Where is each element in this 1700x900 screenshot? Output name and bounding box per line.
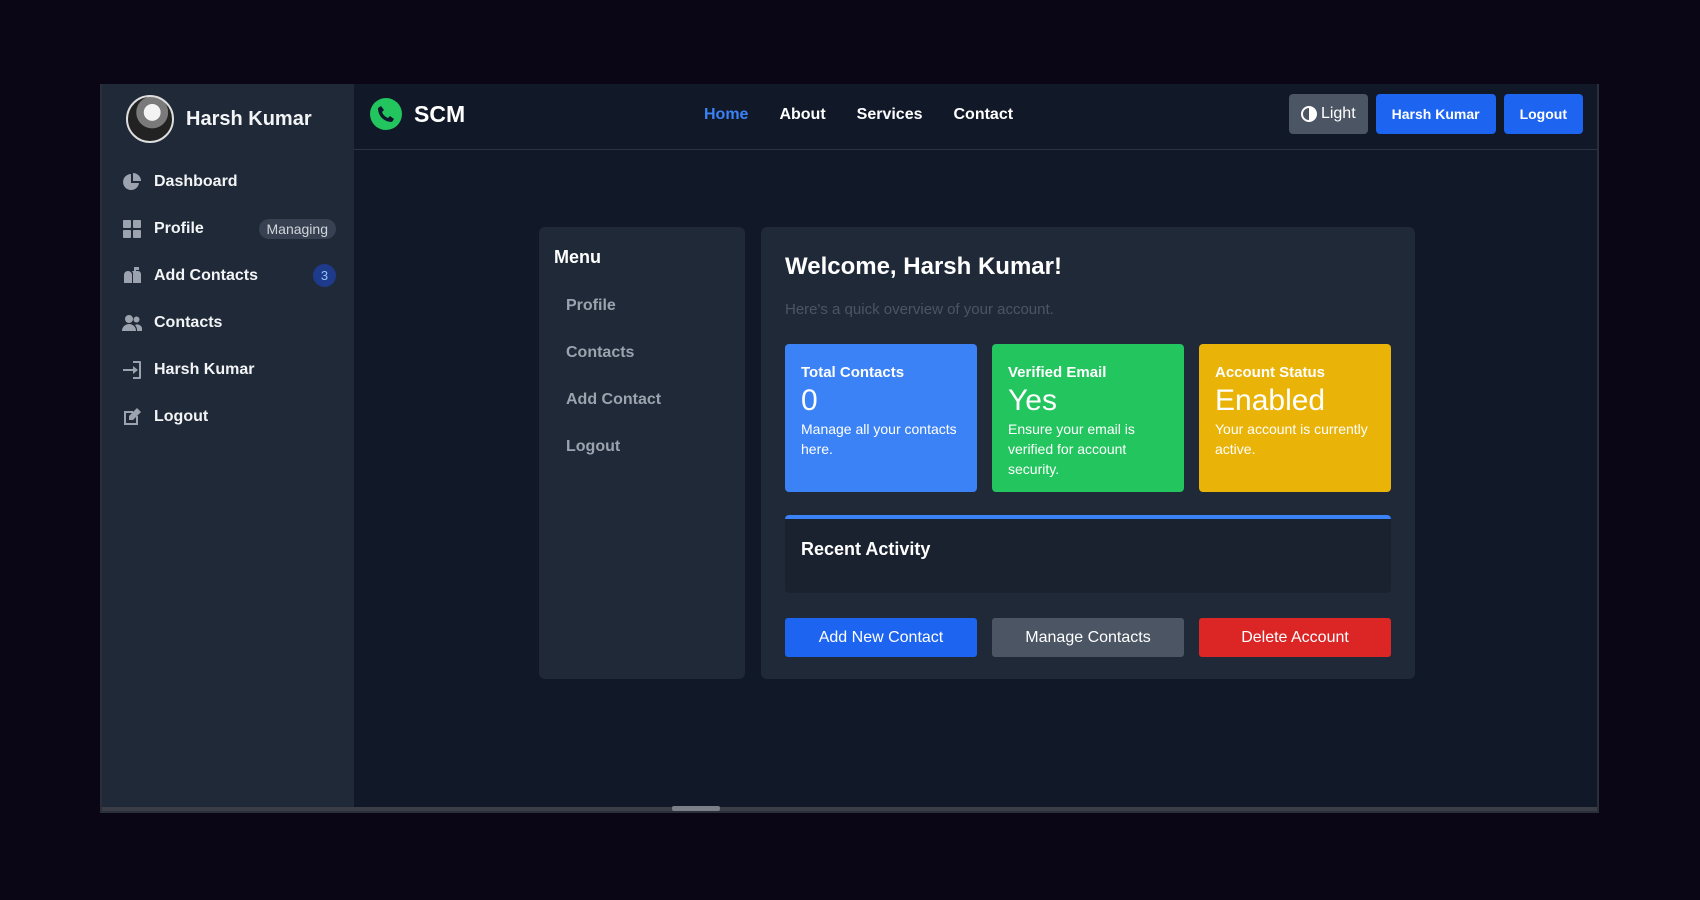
menu-item-add-contact[interactable]: Add Contact — [566, 391, 661, 438]
app-window: Harsh Kumar Dashboard Profile Managing A… — [100, 84, 1599, 813]
main-nav: Home About Services Contact — [704, 106, 1013, 124]
menu-item-profile[interactable]: Profile — [566, 297, 661, 344]
sidebar: Harsh Kumar Dashboard Profile Managing A… — [102, 84, 354, 811]
menu-title: Menu — [554, 247, 601, 267]
add-new-contact-button[interactable]: Add New Contact — [785, 618, 977, 657]
stat-title: Total Contacts — [801, 364, 905, 381]
menu-item-contacts[interactable]: Contacts — [566, 344, 661, 391]
stat-description: Manage all your contacts here. — [801, 421, 957, 457]
mailbox-icon — [122, 266, 142, 286]
brand-name: SCM — [414, 100, 466, 127]
grid-icon — [122, 219, 142, 239]
stat-card-verified-email: Verified Email Yes Ensure your email is … — [992, 344, 1184, 492]
sidebar-user[interactable]: Harsh Kumar — [102, 84, 354, 154]
page-title: Welcome, Harsh Kumar! — [785, 253, 1062, 280]
login-icon — [122, 360, 142, 380]
sidebar-item-contacts[interactable]: Contacts — [120, 299, 336, 346]
sidebar-item-user[interactable]: Harsh Kumar — [120, 346, 336, 393]
phone-icon — [370, 98, 402, 130]
stat-value: Yes — [1008, 384, 1057, 417]
topbar: SCM Home About Services Contact Light Ha… — [354, 84, 1597, 150]
pie-chart-icon — [122, 172, 142, 192]
edit-icon — [122, 407, 142, 427]
stat-card-total-contacts: Total Contacts 0 Manage all your contact… — [785, 344, 977, 492]
page-subtitle: Here's a quick overview of your account. — [785, 301, 1054, 318]
sidebar-item-logout[interactable]: Logout — [120, 393, 336, 440]
recent-activity-panel: Recent Activity — [785, 515, 1391, 593]
users-icon — [122, 313, 142, 333]
menu-item-logout[interactable]: Logout — [566, 438, 661, 485]
status-pill: Managing — [258, 218, 336, 239]
nav-services[interactable]: Services — [857, 106, 923, 124]
top-actions: Light Harsh Kumar Logout — [1288, 94, 1583, 134]
sidebar-item-label: Harsh Kumar — [154, 360, 255, 378]
theme-toggle-button[interactable]: Light — [1288, 94, 1368, 134]
nav-home[interactable]: Home — [704, 106, 748, 124]
delete-account-button[interactable]: Delete Account — [1199, 618, 1391, 657]
sidebar-item-profile[interactable]: Profile Managing — [120, 205, 336, 252]
stat-value: 0 — [801, 384, 818, 417]
menu-card: Menu Profile Contacts Add Contact Logout — [539, 227, 745, 679]
menu-list: Profile Contacts Add Contact Logout — [566, 297, 661, 485]
recent-activity-title: Recent Activity — [801, 539, 931, 559]
sidebar-item-label: Add Contacts — [154, 266, 258, 284]
sidebar-item-label: Contacts — [154, 313, 223, 331]
avatar — [126, 95, 174, 143]
stat-title: Account Status — [1215, 364, 1326, 381]
stat-title: Verified Email — [1008, 364, 1107, 381]
sidebar-item-dashboard[interactable]: Dashboard — [120, 158, 336, 205]
manage-contacts-button[interactable]: Manage Contacts — [992, 618, 1184, 657]
stat-description: Your account is currently active. — [1215, 421, 1368, 457]
sidebar-item-label: Dashboard — [154, 172, 238, 190]
brand[interactable]: SCM — [370, 98, 465, 130]
dashboard-card: Welcome, Harsh Kumar! Here's a quick ove… — [761, 227, 1415, 679]
sidebar-item-label: Profile — [154, 219, 204, 237]
window-bottom-edge — [102, 807, 1597, 811]
sidebar-user-name: Harsh Kumar — [186, 107, 312, 130]
scrollbar-thumb[interactable] — [672, 806, 720, 811]
stat-value: Enabled — [1215, 384, 1326, 417]
nav-contact[interactable]: Contact — [954, 106, 1014, 124]
half-circle-icon — [1300, 106, 1317, 122]
theme-toggle-label: Light — [1320, 105, 1356, 122]
nav-about[interactable]: About — [779, 106, 825, 124]
logout-button[interactable]: Logout — [1503, 94, 1583, 134]
sidebar-nav: Dashboard Profile Managing Add Contacts … — [102, 158, 354, 440]
user-button[interactable]: Harsh Kumar — [1375, 94, 1496, 134]
stat-description: Ensure your email is verified for accoun… — [1008, 421, 1135, 477]
count-badge: 3 — [313, 264, 336, 287]
sidebar-item-label: Logout — [154, 407, 209, 425]
stat-card-account-status: Account Status Enabled Your account is c… — [1199, 344, 1391, 492]
sidebar-item-add-contacts[interactable]: Add Contacts 3 — [120, 252, 336, 299]
